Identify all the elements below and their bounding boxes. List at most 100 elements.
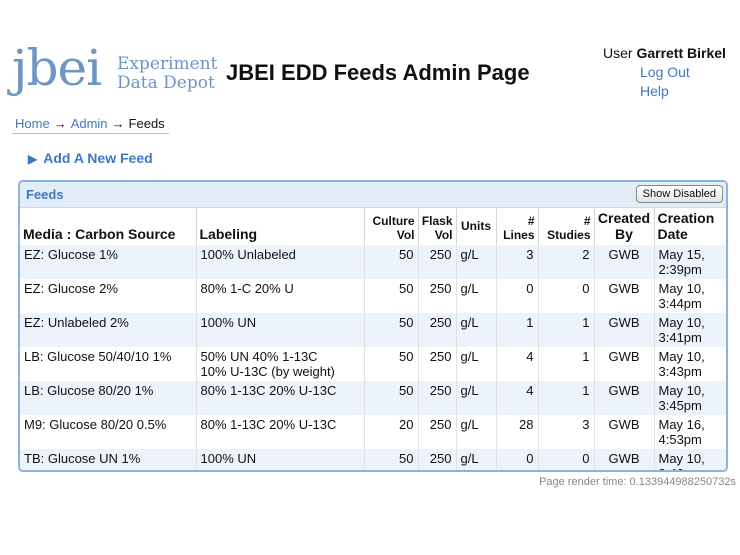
table-row[interactable]: M9: Glucose 80/20 0.5% 80% 1-13C 20% U-13… — [20, 415, 726, 449]
cell-labeling-text: 100% UN — [200, 315, 257, 330]
breadcrumb-home[interactable]: Home — [15, 116, 50, 131]
cell-lines-text: 4 — [526, 383, 534, 398]
cell-flask-vol: 250 — [418, 279, 457, 313]
column-header-media[interactable]: Media : Carbon Source — [20, 208, 197, 245]
cell-labeling: 50% UN 40% 1-13C 10% U-13C (by weight) — [196, 347, 365, 381]
table-row[interactable]: EZ: Glucose 1% 100% Unlabeled 50 250 g/L 3 2 GW… — [20, 245, 726, 279]
cell-labeling-text: 80% 1-C 20% U — [200, 281, 294, 296]
cell-culture-vol-text: 50 — [399, 383, 414, 398]
column-header-lines[interactable]: # Lines — [496, 208, 539, 245]
column-header-creation-date[interactable]: Creation Date — [654, 208, 726, 245]
cell-studies: 1 — [538, 381, 595, 415]
cell-lines: 28 — [496, 415, 539, 449]
user-line: User Garrett Birkel — [603, 45, 726, 61]
column-header-culture-vol[interactable]: Culture Vol — [364, 208, 419, 245]
cell-media: EZ: Unlabeled 2% — [20, 313, 197, 347]
cell-studies-text: 1 — [582, 315, 590, 330]
logout-link[interactable]: Log Out — [640, 64, 726, 80]
column-header-flask-vol[interactable]: Flask Vol — [418, 208, 457, 245]
cell-created-by: GWB — [594, 381, 655, 415]
cell-labeling: 100% UN — [196, 313, 365, 347]
cell-flask-vol-text: 250 — [429, 247, 452, 262]
cell-flask-vol: 250 — [418, 313, 457, 347]
cell-flask-vol: 250 — [418, 245, 457, 279]
cell-labeling: 100% Unlabeled — [196, 245, 365, 279]
cell-studies: 2 — [538, 245, 595, 279]
cell-units-text: g/L — [460, 383, 479, 398]
cell-created-by-text: GWB — [608, 383, 640, 398]
table-row[interactable]: EZ: Glucose 2% 80% 1-C 20% U 50 250 g/L 0 0 GWB… — [20, 279, 726, 313]
cell-lines: 1 — [496, 313, 539, 347]
cell-labeling: 100% UN — [196, 449, 365, 470]
cell-media-text: M9: Glucose 80/20 0.5% — [24, 417, 167, 432]
cell-lines-text: 0 — [526, 281, 534, 296]
table-row[interactable]: LB: Glucose 80/20 1% 80% 1-13C 20% U-13C 5… — [20, 381, 726, 415]
cell-flask-vol: 250 — [418, 449, 457, 470]
cell-labeling: 80% 1-13C 20% U-13C — [196, 381, 365, 415]
breadcrumb-separator: → — [111, 116, 125, 131]
breadcrumb-admin[interactable]: Admin — [71, 116, 108, 131]
cell-created-by: GWB — [594, 245, 655, 279]
cell-culture-vol: 50 — [364, 347, 419, 381]
add-new-feed-link[interactable]: ▶ Add A New Feed — [28, 150, 153, 166]
logo-line-1: Experiment — [117, 54, 218, 74]
cell-media: TB: Glucose UN 1% — [20, 449, 197, 470]
cell-creation-date-text: May 16, 4:53pm — [658, 417, 705, 447]
cell-labeling: 80% 1-13C 20% U-13C — [196, 415, 365, 449]
cell-lines: 3 — [496, 245, 539, 279]
cell-culture-vol: 50 — [364, 313, 419, 347]
cell-culture-vol-text: 50 — [399, 315, 414, 330]
column-header-studies[interactable]: # Studies — [538, 208, 595, 245]
cell-units-text: g/L — [460, 349, 479, 364]
cell-culture-vol: 50 — [364, 279, 419, 313]
cell-culture-vol-text: 50 — [399, 281, 414, 296]
column-header-units[interactable]: Units — [456, 208, 497, 245]
cell-studies: 1 — [538, 347, 595, 381]
cell-studies: 3 — [538, 415, 595, 449]
cell-created-by: GWB — [594, 415, 655, 449]
cell-created-by-text: GWB — [608, 247, 640, 262]
cell-created-by: GWB — [594, 449, 655, 470]
cell-studies-text: 0 — [582, 451, 590, 466]
cell-culture-vol: 20 — [364, 415, 419, 449]
table-row[interactable]: EZ: Unlabeled 2% 100% UN 50 250 g/L 1 1 GWB May … — [20, 313, 726, 347]
cell-culture-vol-text: 50 — [399, 451, 414, 466]
help-link[interactable]: Help — [640, 83, 726, 99]
breadcrumb-current: Feeds — [128, 116, 165, 131]
cell-media: LB: Glucose 50/40/10 1% — [20, 347, 197, 381]
play-triangle-icon: ▶ — [28, 152, 38, 166]
show-disabled-button[interactable]: Show Disabled — [635, 185, 723, 203]
cell-labeling-text: 50% UN 40% 1-13C 10% U-13C (by weight) — [200, 349, 335, 379]
cell-creation-date-text: May 10, 3:43pm — [658, 349, 705, 379]
cell-media: LB: Glucose 80/20 1% — [20, 381, 197, 415]
cell-created-by: GWB — [594, 279, 655, 313]
user-label: User — [603, 45, 633, 61]
table-row[interactable]: TB: Glucose UN 1% 100% UN 50 250 g/L 0 0 GWB May… — [20, 449, 726, 470]
cell-studies: 0 — [538, 449, 595, 470]
feeds-table: Media : Carbon Source Labeling Culture V… — [20, 208, 726, 470]
cell-units: g/L — [456, 381, 497, 415]
cell-lines-text: 0 — [526, 451, 534, 466]
cell-creation-date-text: May 10, 3:45pm — [658, 383, 705, 413]
cell-units: g/L — [456, 415, 497, 449]
cell-labeling: 80% 1-C 20% U — [196, 279, 365, 313]
cell-labeling-text: 80% 1-13C 20% U-13C — [200, 417, 337, 432]
cell-units-text: g/L — [460, 417, 479, 432]
table-header-row: Media : Carbon Source Labeling Culture V… — [20, 208, 726, 245]
column-header-created-by[interactable]: Created By — [594, 208, 655, 245]
logo-line-2: Data Depot — [117, 73, 215, 93]
cell-flask-vol-text: 250 — [429, 281, 452, 296]
cell-created-by: GWB — [594, 347, 655, 381]
user-name: Garrett Birkel — [636, 45, 726, 61]
cell-studies-text: 0 — [582, 281, 590, 296]
cell-creation-date-text: May 10, 3:44pm — [658, 281, 705, 311]
cell-creation-date: May 15, 2:39pm — [654, 245, 726, 279]
cell-studies-text: 2 — [582, 247, 590, 262]
cell-flask-vol-text: 250 — [429, 417, 452, 432]
page-title: JBEI EDD Feeds Admin Page — [226, 60, 530, 85]
cell-culture-vol-text: 50 — [399, 349, 414, 364]
cell-units-text: g/L — [460, 247, 479, 262]
column-header-labeling[interactable]: Labeling — [196, 208, 365, 245]
cell-lines: 0 — [496, 279, 539, 313]
table-row[interactable]: LB: Glucose 50/40/10 1% 50% UN 40% 1-13C … — [20, 347, 726, 381]
